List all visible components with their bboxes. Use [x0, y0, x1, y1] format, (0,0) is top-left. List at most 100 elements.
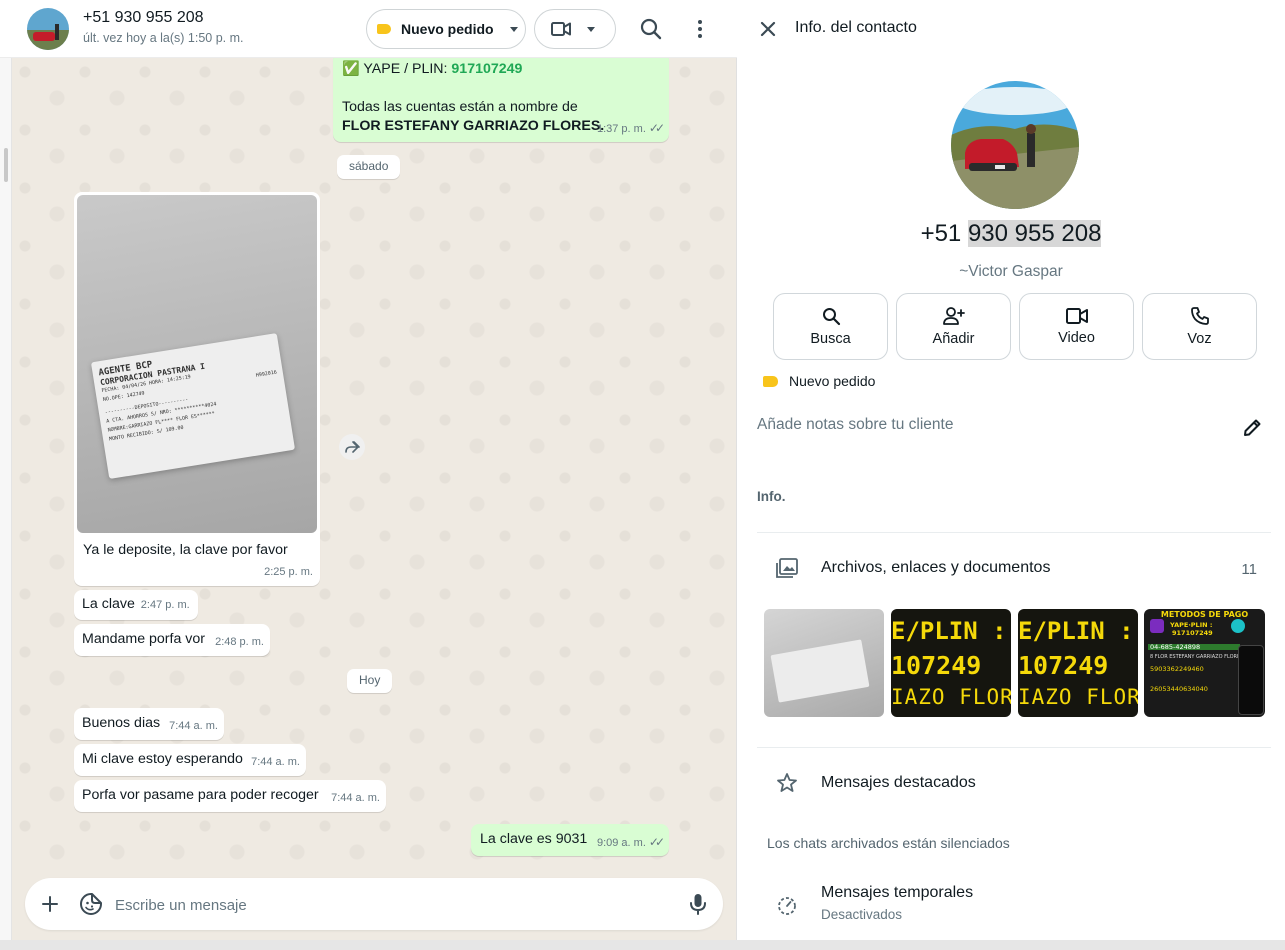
- message-time: 2:47 p. m.: [140, 599, 190, 611]
- divider: [757, 747, 1271, 748]
- message-bubble-incoming[interactable]: Mi clave estoy esperando 7:44 a. m.: [74, 744, 306, 776]
- message-bubble-incoming[interactable]: Mandame porfa vor 2:48 p. m.: [74, 624, 270, 656]
- media-folder-icon: [776, 558, 798, 578]
- receipt-paper: AGENTE BCP CORPORACION PASTRANA I FECHA:…: [90, 333, 296, 479]
- microphone-icon[interactable]: [688, 892, 708, 916]
- thumbnail-text: IAZO FLOR: [1018, 685, 1138, 709]
- message-bubble-outgoing[interactable]: La clave es 9031 9:09 a. m. ✓✓: [471, 824, 669, 856]
- contact-avatar[interactable]: [27, 8, 69, 50]
- action-label: Video: [1058, 330, 1095, 346]
- composer-box: [25, 878, 723, 930]
- media-thumbnail-payment-methods[interactable]: METODOS DE PAGO YAPE·PLIN : 917107249 04…: [1144, 609, 1265, 717]
- sticker-icon[interactable]: [79, 892, 103, 916]
- thumbnail-text: 5903362249460: [1150, 665, 1204, 673]
- forward-button[interactable]: [339, 434, 365, 460]
- archived-chats-note: Los chats archivados están silenciados: [767, 835, 1010, 851]
- message-input[interactable]: [115, 894, 675, 916]
- media-thumbnail-plin[interactable]: E/PLIN : 107249 IAZO FLOR: [1018, 609, 1138, 717]
- composer-bar: [13, 876, 736, 950]
- media-thumbnail-plin[interactable]: E/PLIN : 107249 IAZO FLOR: [891, 609, 1011, 717]
- message-bubble-incoming[interactable]: Porfa vor pasame para poder recoger 7:44…: [74, 780, 386, 812]
- thumbnail-text: YAPE·PLIN :: [1170, 621, 1213, 629]
- day-separator: Hoy: [347, 669, 393, 693]
- thumbnail-text: IAZO FLOR: [891, 685, 1011, 709]
- contact-name[interactable]: +51 930 955 208: [83, 9, 204, 27]
- thumbnail-text: 8 FLOR ESTEFANY GARRIAZO FLORES: [1150, 654, 1244, 660]
- message-text: Todas las cuentas están a nombre de: [342, 99, 578, 115]
- message-time: 1:37 p. m.: [596, 123, 646, 135]
- message-text: Mandame porfa vor: [82, 631, 206, 647]
- files-links-docs-link[interactable]: Archivos, enlaces y documentos: [821, 559, 1050, 577]
- message-bubble-outgoing[interactable]: ✅ YAPE / PLIN: 917107249 Todas las cuent…: [333, 58, 669, 142]
- message-bubble-incoming[interactable]: Buenos dias 7:44 a. m.: [74, 708, 224, 740]
- thumbnail-text: E/PLIN :: [1018, 617, 1134, 645]
- label-tag-icon: [763, 375, 778, 387]
- call-dropdown-button[interactable]: [534, 9, 616, 49]
- left-scroll-thumb[interactable]: [4, 148, 8, 182]
- label-button-text: Nuevo pedido: [401, 21, 494, 37]
- label-tag-icon: [377, 24, 391, 34]
- starred-messages-link[interactable]: Mensajes destacados: [821, 774, 976, 792]
- receipt-photo[interactable]: AGENTE BCP CORPORACION PASTRANA I FECHA:…: [77, 195, 317, 533]
- message-bubble-image[interactable]: AGENTE BCP CORPORACION PASTRANA I FECHA:…: [74, 192, 320, 586]
- plus-icon[interactable]: [41, 895, 59, 913]
- chat-pane: +51 930 955 208 últ. vez hoy a la(s) 1:5…: [0, 0, 737, 950]
- info-title: Info. del contacto: [795, 19, 917, 36]
- message-time: 9:09 a. m.: [596, 837, 646, 849]
- message-list[interactable]: ✅ YAPE / PLIN: 917107249 Todas las cuent…: [13, 58, 736, 876]
- files-count[interactable]: 11: [1241, 561, 1257, 578]
- message-text: Buenos dias: [82, 715, 161, 731]
- thumbnail-text: 26053440634040: [1150, 685, 1208, 693]
- message-text: YAPE / PLIN:: [363, 61, 452, 77]
- contact-label[interactable]: Nuevo pedido: [763, 373, 875, 389]
- chat-header[interactable]: +51 930 955 208 últ. vez hoy a la(s) 1:5…: [0, 0, 737, 58]
- message-text: La clave: [82, 596, 135, 612]
- chevron-down-icon: [509, 26, 518, 32]
- video-call-button[interactable]: Video: [1019, 293, 1134, 360]
- double-check-icon: ✓✓: [648, 121, 665, 135]
- action-label: Busca: [810, 331, 851, 347]
- thumbnail-text: 107249: [891, 651, 982, 680]
- image-caption: Ya le deposite, la clave por favor: [83, 542, 288, 558]
- add-contact-button[interactable]: Añadir: [896, 293, 1011, 360]
- close-icon[interactable]: [757, 18, 779, 40]
- timer-icon: [778, 897, 796, 915]
- disappearing-messages-status: Desactivados: [821, 907, 903, 922]
- label-text: Nuevo pedido: [789, 373, 876, 389]
- divider: [757, 532, 1271, 533]
- message-bubble-incoming[interactable]: La clave 2:47 p. m.: [74, 590, 198, 620]
- message-time: 7:44 a. m.: [331, 792, 380, 804]
- contact-phone[interactable]: +51 930 955 208: [737, 220, 1285, 248]
- chevron-down-icon: [587, 26, 595, 32]
- phone-number-highlighted[interactable]: 930 955 208: [967, 220, 1102, 247]
- search-icon: [822, 308, 840, 326]
- contact-info-pane: Info. del contacto +51 930 955 208 ~Vict…: [737, 0, 1285, 940]
- action-buttons: Busca Añadir Video Voz: [773, 293, 1257, 360]
- last-seen: últ. vez hoy a la(s) 1:50 p. m.: [83, 31, 244, 45]
- phone-icon: [1190, 307, 1209, 325]
- voice-call-button[interactable]: Voz: [1142, 293, 1257, 360]
- left-scroll-strip: [0, 58, 12, 950]
- message-time: 7:44 a. m.: [169, 720, 218, 732]
- disappearing-messages-link[interactable]: Mensajes temporales: [821, 884, 973, 902]
- message-time: 2:48 p. m.: [215, 636, 264, 648]
- menu-dots-icon[interactable]: [687, 16, 713, 42]
- search-button[interactable]: Busca: [773, 293, 888, 360]
- thumbnail-text: 107249: [1018, 651, 1109, 680]
- phone-prefix: +51: [920, 220, 968, 247]
- search-icon[interactable]: [638, 16, 664, 42]
- forward-icon: [345, 441, 360, 453]
- action-label: Añadir: [932, 331, 975, 347]
- thumbnail-text: 04-685-424898: [1150, 643, 1201, 651]
- notes-placeholder[interactable]: Añade notas sobre tu cliente: [757, 416, 953, 434]
- label-dropdown-button[interactable]: Nuevo pedido: [366, 9, 526, 49]
- media-thumbnail-receipt[interactable]: [764, 609, 884, 717]
- video-camera-icon: [1065, 308, 1088, 324]
- thumbnail-text: E/PLIN :: [891, 617, 1007, 645]
- phone-link[interactable]: 917107249: [451, 61, 522, 77]
- message-text: La clave es 9031: [480, 831, 588, 847]
- thumbnail-text: 917107249: [1172, 629, 1213, 637]
- contact-photo[interactable]: [951, 81, 1079, 209]
- pencil-icon[interactable]: [1241, 417, 1263, 439]
- message-time: 2:25 p. m.: [264, 566, 313, 578]
